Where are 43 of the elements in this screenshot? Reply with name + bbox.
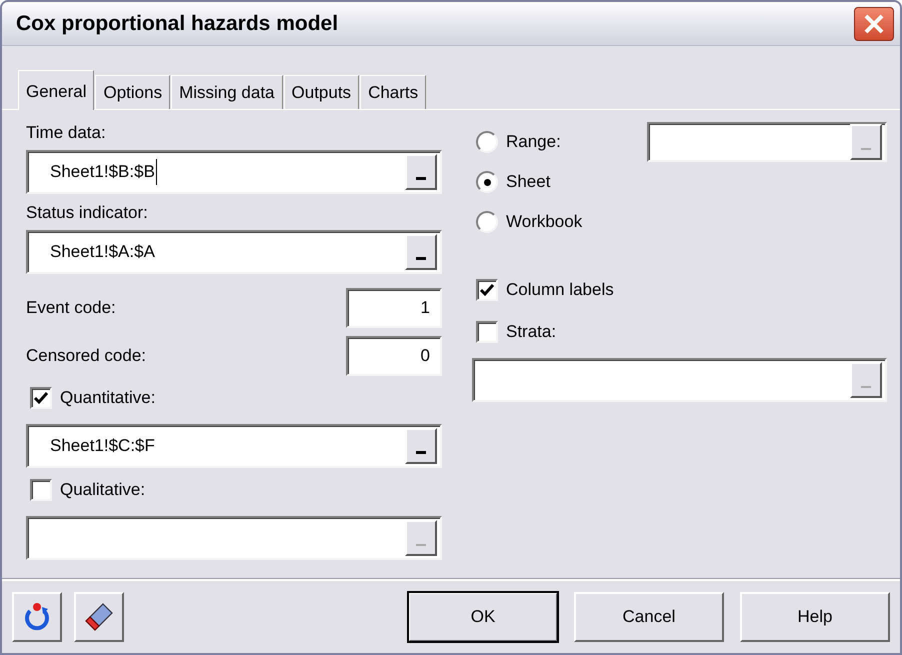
radio-button[interactable]	[476, 171, 498, 193]
checkbox-label: Quantitative:	[60, 387, 156, 410]
range-select-button[interactable]	[405, 154, 437, 190]
checkbox[interactable]	[30, 479, 52, 501]
checkbox-label: Qualitative:	[60, 479, 146, 502]
radio-label: Range:	[506, 131, 561, 154]
eraser-icon	[83, 601, 115, 633]
checkbox[interactable]	[30, 387, 52, 409]
tab[interactable]: General	[18, 70, 94, 110]
code-input[interactable]: 1	[346, 288, 442, 328]
radio-label: Workbook	[506, 211, 582, 234]
checkbox[interactable]	[476, 279, 498, 301]
range-field[interactable]: Sheet1!$C:$F	[26, 424, 442, 468]
tab[interactable]: Outputs	[284, 75, 360, 109]
radio-button[interactable]	[476, 131, 498, 153]
range-field[interactable]: Sheet1!$A:$A	[26, 230, 442, 274]
dialog-button[interactable]: Help	[740, 592, 890, 642]
range-select-button[interactable]	[405, 428, 437, 464]
range-select-button[interactable]	[405, 234, 437, 270]
range-value: Sheet1!$A:$A	[50, 241, 155, 264]
code-input[interactable]: 0	[346, 336, 442, 376]
window-title: Cox proportional hazards model	[16, 10, 338, 37]
close-button[interactable]	[854, 6, 894, 40]
radio-button[interactable]	[476, 211, 498, 233]
dialog-button[interactable]: Cancel	[574, 592, 724, 642]
tab[interactable]: Missing data	[171, 75, 283, 109]
close-icon	[863, 12, 885, 34]
tab[interactable]: Options	[95, 75, 170, 109]
field-label: Event code:	[26, 297, 116, 320]
checkbox-label: Strata:	[506, 321, 556, 344]
field-label: Time data:	[26, 122, 107, 144]
clear-button[interactable]	[74, 592, 124, 642]
field-label: Censored code:	[26, 345, 146, 368]
checkbox[interactable]	[476, 321, 498, 343]
range-value: Sheet1!$C:$F	[50, 435, 155, 458]
dialog-button[interactable]: OK	[408, 592, 558, 642]
reset-button[interactable]	[12, 592, 62, 642]
checkbox-label: Column labels	[506, 279, 614, 302]
tab[interactable]: Charts	[360, 75, 426, 109]
range-value: Sheet1!$B:$B	[50, 159, 157, 185]
range-field[interactable]: Sheet1!$B:$B	[26, 150, 442, 194]
field-label: Status indicator:	[26, 202, 149, 224]
radio-label: Sheet	[506, 171, 550, 194]
